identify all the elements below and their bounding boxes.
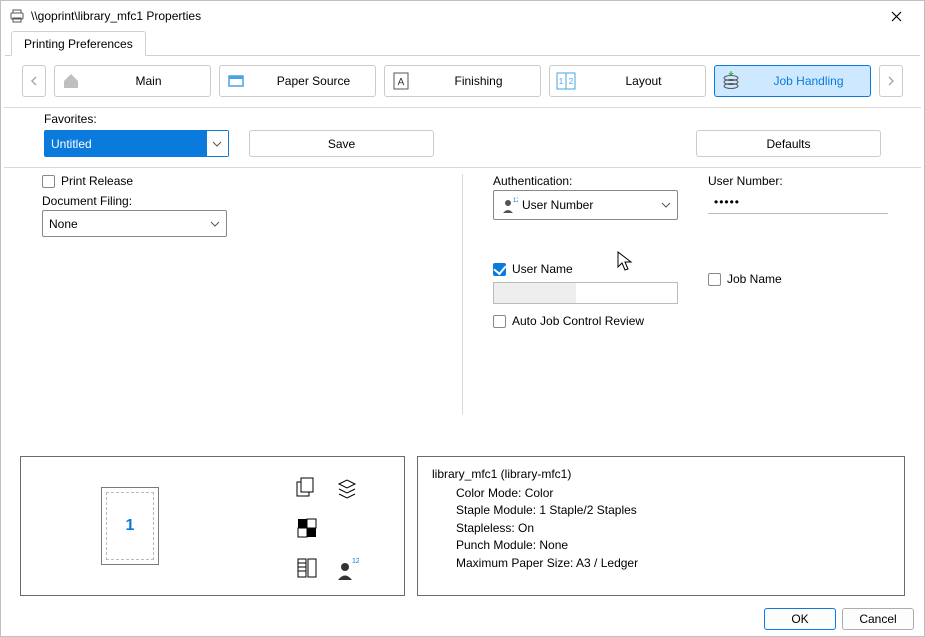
category-paper-source[interactable]: Paper Source (219, 65, 376, 97)
category-bar: Main Paper Source A Finishing 12 Layout … (4, 57, 921, 108)
checkbox-icon (708, 273, 721, 286)
save-label: Save (328, 137, 355, 151)
cancel-label: Cancel (859, 612, 896, 626)
user-123-icon: 123 (334, 555, 360, 581)
copies-icon (294, 475, 320, 501)
favorites-select[interactable]: Untitled (44, 130, 229, 157)
scroll-right-button[interactable] (879, 65, 903, 97)
window-title: \\goprint\library_mfc1 Properties (31, 9, 876, 23)
checkbox-checked-icon (493, 263, 506, 276)
print-release-checkbox[interactable]: Print Release (42, 174, 432, 188)
main-area: Print Release Document Filing: None Auth… (2, 168, 923, 414)
properties-dialog: \\goprint\library_mfc1 Properties Printi… (0, 0, 925, 637)
chevron-right-icon (887, 76, 895, 86)
user-number-icon: 123 (500, 196, 518, 214)
document-filing-select[interactable]: None (42, 210, 227, 237)
tab-label: Printing Preferences (24, 37, 133, 51)
chevron-left-icon (30, 76, 38, 86)
user-number-input[interactable]: ••••• (708, 190, 888, 214)
chevron-down-icon (210, 221, 220, 227)
tray-icon (224, 69, 248, 93)
defaults-button[interactable]: Defaults (696, 130, 881, 157)
cancel-button[interactable]: Cancel (842, 608, 914, 630)
auto-job-checkbox[interactable]: Auto Job Control Review (493, 314, 678, 328)
info-punch-module: Punch Module: None (456, 537, 890, 554)
user-name-checkbox[interactable]: User Name (493, 262, 678, 276)
ok-button[interactable]: OK (764, 608, 836, 630)
user-number-value: ••••• (714, 195, 740, 209)
category-label: Main (91, 74, 206, 88)
info-max-paper: Maximum Paper Size: A3 / Ledger (456, 555, 890, 572)
page-a-icon: A (389, 69, 413, 93)
favorites-label: Favorites: (44, 112, 229, 126)
printer-icon (9, 8, 25, 24)
device-name: library_mfc1 (library-mfc1) (432, 467, 890, 481)
svg-text:123: 123 (513, 198, 518, 204)
save-button[interactable]: Save (249, 130, 434, 157)
layout-12-icon: 12 (554, 69, 578, 93)
authentication-select[interactable]: 123 User Number (493, 190, 678, 220)
user-name-input[interactable] (493, 282, 678, 304)
authentication-label: Authentication: (493, 174, 678, 188)
close-button[interactable] (876, 1, 916, 31)
svg-text:A: A (398, 77, 405, 88)
close-icon (891, 11, 902, 22)
home-icon (59, 69, 83, 93)
category-label: Paper Source (256, 74, 371, 88)
user-number-label: User Number: (708, 174, 888, 188)
document-filing-label: Document Filing: (42, 194, 432, 208)
svg-text:123: 123 (352, 558, 359, 565)
category-label: Job Handling (751, 74, 866, 88)
device-info-panel: library_mfc1 (library-mfc1) Color Mode: … (417, 456, 905, 596)
user-name-label: User Name (512, 262, 573, 276)
category-label: Layout (586, 74, 701, 88)
scroll-left-button[interactable] (22, 65, 46, 97)
tab-printing-preferences[interactable]: Printing Preferences (11, 31, 146, 56)
page-thumbnail: 1 (101, 487, 159, 565)
tab-strip: Printing Preferences (5, 31, 920, 56)
category-layout[interactable]: 12 Layout (549, 65, 706, 97)
page-preview-panel: 1 123 (20, 456, 405, 596)
category-finishing[interactable]: A Finishing (384, 65, 541, 97)
job-stack-icon (719, 69, 743, 93)
dialog-footer: OK Cancel (764, 608, 914, 630)
binding-icon (294, 555, 320, 581)
chevron-down-icon (661, 202, 671, 208)
info-staple-module: Staple Module: 1 Staple/2 Staples (456, 502, 890, 519)
page-number: 1 (126, 517, 135, 535)
print-release-label: Print Release (61, 174, 133, 188)
info-color-mode: Color Mode: Color (456, 485, 890, 502)
info-stapleless: Stapleless: On (456, 520, 890, 537)
checkbox-icon (42, 175, 55, 188)
auto-job-label: Auto Job Control Review (512, 314, 644, 328)
color-checker-icon (294, 515, 320, 541)
svg-text:1: 1 (559, 77, 564, 86)
job-name-checkbox[interactable]: Job Name (708, 272, 888, 286)
stack-icon (334, 475, 360, 501)
chevron-down-icon (212, 141, 222, 147)
defaults-label: Defaults (766, 137, 810, 151)
category-label: Finishing (421, 74, 536, 88)
favorites-value: Untitled (51, 137, 92, 151)
svg-text:2: 2 (569, 77, 574, 86)
checkbox-icon (493, 315, 506, 328)
category-job-handling[interactable]: Job Handling (714, 65, 871, 97)
document-filing-value: None (49, 217, 78, 231)
category-main[interactable]: Main (54, 65, 211, 97)
job-name-input[interactable] (708, 292, 888, 314)
ok-label: OK (791, 612, 808, 626)
titlebar: \\goprint\library_mfc1 Properties (1, 1, 924, 31)
favorites-row: Favorites: Untitled Save Defaults (4, 108, 921, 168)
job-name-label: Job Name (727, 272, 782, 286)
authentication-value: User Number (522, 198, 593, 212)
